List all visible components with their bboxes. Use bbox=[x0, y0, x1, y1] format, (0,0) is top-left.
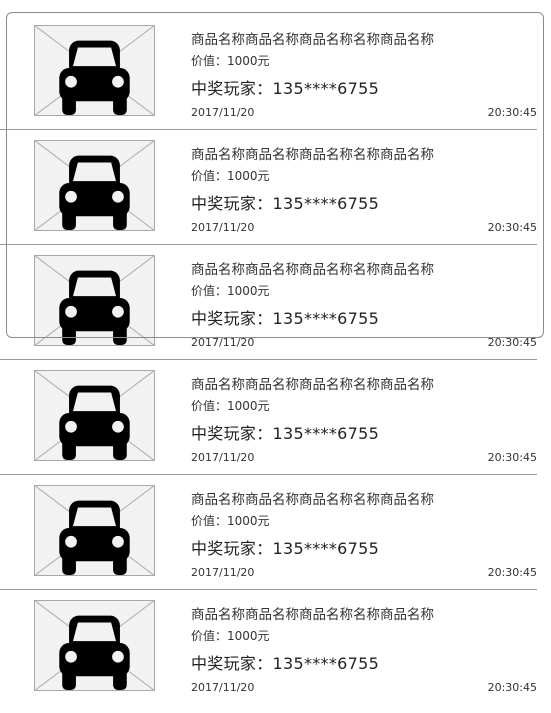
product-image bbox=[34, 255, 155, 346]
winner-info: 中奖玩家：135****6755 bbox=[191, 309, 380, 328]
product-image bbox=[34, 370, 155, 461]
product-image bbox=[34, 25, 155, 116]
car-icon bbox=[35, 256, 154, 345]
product-title: 商品名称商品名称商品名称名称商品名称 bbox=[191, 262, 434, 278]
product-value: 价值：1000元 bbox=[191, 629, 270, 643]
win-date: 2017/11/20 bbox=[191, 681, 255, 694]
product-title: 商品名称商品名称商品名称名称商品名称 bbox=[191, 32, 434, 48]
product-image bbox=[34, 600, 155, 691]
win-time: 20:30:45 bbox=[487, 221, 537, 234]
list-item[interactable]: 商品名称商品名称商品名称名称商品名称 价值：1000元 中奖玩家：135****… bbox=[0, 360, 537, 475]
product-value: 价值：1000元 bbox=[191, 169, 270, 183]
win-time: 20:30:45 bbox=[487, 106, 537, 119]
win-date: 2017/11/20 bbox=[191, 566, 255, 579]
product-image bbox=[34, 485, 155, 576]
win-time: 20:30:45 bbox=[487, 336, 537, 349]
winner-list: 商品名称商品名称商品名称名称商品名称 价值：1000元 中奖玩家：135****… bbox=[0, 15, 537, 705]
win-date: 2017/11/20 bbox=[191, 336, 255, 349]
product-title: 商品名称商品名称商品名称名称商品名称 bbox=[191, 147, 434, 163]
car-icon bbox=[35, 141, 154, 230]
product-value: 价值：1000元 bbox=[191, 399, 270, 413]
win-date: 2017/11/20 bbox=[191, 221, 255, 234]
product-title: 商品名称商品名称商品名称名称商品名称 bbox=[191, 377, 434, 393]
winner-info: 中奖玩家：135****6755 bbox=[191, 539, 380, 558]
win-date: 2017/11/20 bbox=[191, 106, 255, 119]
car-icon bbox=[35, 371, 154, 460]
list-item[interactable]: 商品名称商品名称商品名称名称商品名称 价值：1000元 中奖玩家：135****… bbox=[0, 130, 537, 245]
car-icon bbox=[35, 601, 154, 690]
list-item[interactable]: 商品名称商品名称商品名称名称商品名称 价值：1000元 中奖玩家：135****… bbox=[0, 15, 537, 130]
winner-info: 中奖玩家：135****6755 bbox=[191, 79, 380, 98]
list-item[interactable]: 商品名称商品名称商品名称名称商品名称 价值：1000元 中奖玩家：135****… bbox=[0, 245, 537, 360]
list-item[interactable]: 商品名称商品名称商品名称名称商品名称 价值：1000元 中奖玩家：135****… bbox=[0, 475, 537, 590]
product-title: 商品名称商品名称商品名称名称商品名称 bbox=[191, 492, 434, 508]
win-time: 20:30:45 bbox=[487, 681, 537, 694]
list-item[interactable]: 商品名称商品名称商品名称名称商品名称 价值：1000元 中奖玩家：135****… bbox=[0, 590, 537, 705]
product-value: 价值：1000元 bbox=[191, 514, 270, 528]
win-time: 20:30:45 bbox=[487, 566, 537, 579]
winner-info: 中奖玩家：135****6755 bbox=[191, 654, 380, 673]
car-icon bbox=[35, 486, 154, 575]
winner-info: 中奖玩家：135****6755 bbox=[191, 194, 380, 213]
product-value: 价值：1000元 bbox=[191, 284, 270, 298]
product-value: 价值：1000元 bbox=[191, 54, 270, 68]
win-time: 20:30:45 bbox=[487, 451, 537, 464]
winner-info: 中奖玩家：135****6755 bbox=[191, 424, 380, 443]
win-date: 2017/11/20 bbox=[191, 451, 255, 464]
product-image bbox=[34, 140, 155, 231]
car-icon bbox=[35, 26, 154, 115]
product-title: 商品名称商品名称商品名称名称商品名称 bbox=[191, 607, 434, 623]
